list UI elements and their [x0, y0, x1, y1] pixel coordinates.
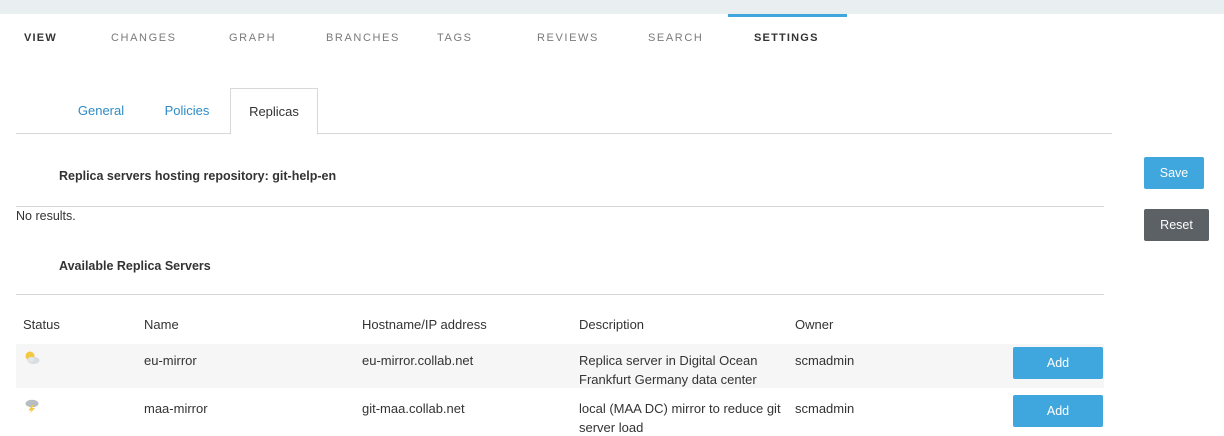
column-header-name: Name	[144, 317, 179, 332]
replica-description: local (MAA DC) mirror to reduce git serv…	[579, 401, 781, 435]
column-header-owner: Owner	[795, 317, 834, 332]
table-row: maa-mirror git-maa.collab.net local (MAA…	[16, 392, 1104, 436]
nav-settings[interactable]: SETTINGS	[754, 32, 819, 44]
add-replica-button[interactable]: Add	[1013, 347, 1103, 379]
partly-cloudy-weather-icon	[25, 351, 40, 365]
column-header-description: Description	[579, 317, 645, 332]
main-nav: VIEW CHANGES GRAPH BRANCHES TAGS REVIEWS…	[0, 14, 1224, 64]
divider	[16, 206, 1104, 207]
column-header-status: Status	[23, 317, 60, 332]
no-results-text: No results.	[16, 209, 76, 223]
active-tab-indicator	[728, 14, 847, 17]
tab-policies[interactable]: Policies	[152, 88, 222, 134]
divider	[16, 294, 1104, 295]
table-row: eu-mirror eu-mirror.collab.net Replica s…	[16, 344, 1104, 388]
nav-view[interactable]: VIEW	[24, 32, 57, 44]
tab-general[interactable]: General	[66, 88, 136, 134]
replica-name: maa-mirror	[144, 401, 208, 416]
reset-button[interactable]: Reset	[1144, 209, 1209, 241]
replica-owner: scmadmin	[795, 353, 855, 368]
settings-subtabs: General Policies Replicas	[16, 88, 1112, 135]
tab-replicas[interactable]: Replicas	[230, 88, 318, 135]
replica-hostname: git-maa.collab.net	[362, 401, 465, 416]
add-replica-button[interactable]: Add	[1013, 395, 1103, 427]
nav-reviews[interactable]: REVIEWS	[537, 32, 599, 44]
replica-description: Replica server in Digital Ocean Frankfur…	[579, 353, 758, 387]
replica-owner: scmadmin	[795, 401, 855, 416]
column-header-hostname: Hostname/IP address	[362, 317, 487, 332]
nav-changes[interactable]: CHANGES	[111, 32, 177, 44]
available-title: Available Replica Servers	[59, 259, 211, 273]
replica-hostname: eu-mirror.collab.net	[362, 353, 474, 368]
nav-graph[interactable]: GRAPH	[229, 32, 276, 44]
top-band	[0, 0, 1224, 14]
nav-tags[interactable]: TAGS	[437, 32, 473, 44]
replica-name: eu-mirror	[144, 353, 197, 368]
hosting-title: Replica servers hosting repository: git-…	[59, 169, 337, 183]
nav-branches[interactable]: BRANCHES	[326, 32, 400, 44]
save-button[interactable]: Save	[1144, 157, 1204, 189]
nav-search[interactable]: SEARCH	[648, 32, 703, 44]
thunderstorm-weather-icon	[25, 399, 39, 414]
